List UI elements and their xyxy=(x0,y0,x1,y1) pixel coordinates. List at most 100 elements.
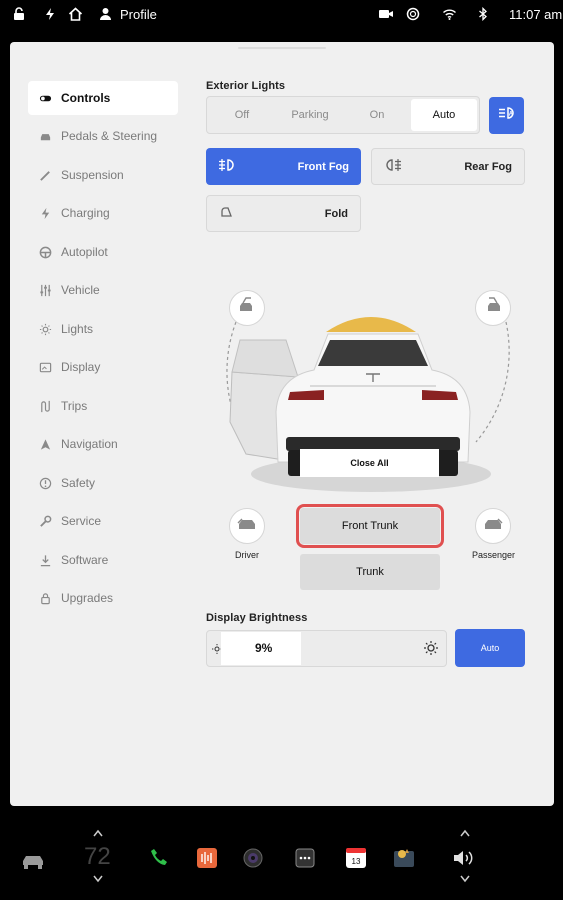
sidebar-item-upgrades[interactable]: Upgrades xyxy=(28,581,178,615)
status-bar: Profile 11:07 am xyxy=(0,0,563,30)
sidebar-item-controls[interactable]: Controls xyxy=(28,81,178,115)
sidebar-item-label: Controls xyxy=(61,91,111,105)
panel-grip[interactable] xyxy=(238,47,326,49)
svg-text:A: A xyxy=(508,112,513,118)
sidebar-item-service[interactable]: Service xyxy=(28,504,178,538)
bolt-icon[interactable] xyxy=(43,7,59,23)
falcon-door-icon xyxy=(483,296,503,320)
camera-app-icon[interactable] xyxy=(243,848,263,868)
temperature[interactable]: 72 xyxy=(84,843,111,871)
temp-up-icon[interactable] xyxy=(90,829,106,837)
sidebar-item-lights[interactable]: Lights xyxy=(28,312,178,346)
lights-option-off[interactable]: Off xyxy=(209,99,275,131)
profile-label[interactable]: Profile xyxy=(120,7,157,22)
more-icon[interactable] xyxy=(295,848,315,868)
front-fog-label: Front Fog xyxy=(297,160,349,173)
volume-down-icon[interactable] xyxy=(457,875,473,883)
lock-icon[interactable] xyxy=(12,7,28,23)
driver-door-button[interactable] xyxy=(229,508,265,544)
sidebar-item-display[interactable]: Display xyxy=(28,350,178,384)
person-icon[interactable] xyxy=(99,7,115,23)
car-door-icon xyxy=(482,516,504,537)
sidebar-item-trips[interactable]: Trips xyxy=(28,389,178,423)
wifi-icon xyxy=(442,7,458,23)
sun-icon xyxy=(38,322,52,336)
sliders-icon xyxy=(38,283,52,297)
wrench-icon xyxy=(38,514,52,528)
controls-panel: Controls Pedals & Steering Suspension Ch… xyxy=(10,42,554,806)
driver-label: Driver xyxy=(235,550,259,560)
sidebar-item-label: Trips xyxy=(61,399,88,413)
sidebar-item-label: Safety xyxy=(61,476,96,490)
brightness-value: 9% xyxy=(255,641,273,655)
sidebar-item-vehicle[interactable]: Vehicle xyxy=(28,273,178,307)
wrench-line-icon xyxy=(38,168,52,182)
calendar-icon[interactable]: 13 xyxy=(346,848,366,868)
sidebar-item-suspension[interactable]: Suspension xyxy=(28,158,178,192)
toggle-icon xyxy=(38,91,52,105)
car-icon[interactable] xyxy=(20,851,46,871)
home-icon[interactable] xyxy=(68,7,84,23)
rear-right-door-button[interactable] xyxy=(475,290,511,326)
temp-down-icon[interactable] xyxy=(90,875,106,883)
volume-up-icon[interactable] xyxy=(457,829,473,837)
sidebar-item-label: Upgrades xyxy=(61,591,114,605)
car-icon xyxy=(38,129,52,143)
car-door-icon xyxy=(236,516,258,537)
trunk-button[interactable]: Trunk xyxy=(300,554,440,590)
lights-option-parking[interactable]: Parking xyxy=(277,99,343,131)
sidebar-item-autopilot[interactable]: Autopilot xyxy=(28,235,178,269)
sidebar-item-label: Navigation xyxy=(61,437,118,451)
rear-left-door-button[interactable] xyxy=(229,290,265,326)
front-fog-button[interactable]: Front Fog xyxy=(206,148,361,185)
front-fog-icon xyxy=(218,158,236,175)
sun-large-icon xyxy=(423,640,439,661)
exterior-lights-selector: Off Parking On Auto xyxy=(206,96,480,134)
lights-option-on[interactable]: On xyxy=(344,99,410,131)
rear-fog-label: Rear Fog xyxy=(464,160,512,173)
dock: 72 13 xyxy=(0,815,563,900)
rear-fog-icon xyxy=(384,158,402,175)
circle-icon xyxy=(406,7,422,23)
clock: 11:07 am xyxy=(509,7,563,22)
sidebar-item-label: Autopilot xyxy=(61,245,108,259)
sidebar-item-label: Service xyxy=(61,514,102,528)
fold-mirrors-button[interactable]: Fold xyxy=(206,195,361,232)
sidebar-item-label: Charging xyxy=(61,206,110,220)
brightness-slider[interactable]: 9% xyxy=(206,630,447,667)
sidebar-item-navigation[interactable]: Navigation xyxy=(28,427,178,461)
display-icon xyxy=(38,360,52,374)
camera-icon xyxy=(378,7,394,23)
headlight-auto-icon: A xyxy=(498,106,516,125)
close-all-button[interactable]: Close All xyxy=(300,449,439,477)
fold-label: Fold xyxy=(324,207,348,220)
sidebar-item-pedals-steering[interactable]: Pedals & Steering xyxy=(28,119,178,153)
bolt-icon xyxy=(38,206,52,220)
audio-icon[interactable] xyxy=(197,848,217,868)
toybox-icon[interactable] xyxy=(393,846,415,868)
passenger-door-button[interactable] xyxy=(475,508,511,544)
calendar-day: 13 xyxy=(351,856,361,866)
phone-icon[interactable] xyxy=(150,848,168,866)
lights-option-auto[interactable]: Auto xyxy=(411,99,477,131)
rear-fog-button[interactable]: Rear Fog xyxy=(371,148,525,185)
display-brightness-title: Display Brightness xyxy=(206,612,308,624)
sidebar-item-software[interactable]: Software xyxy=(28,543,178,577)
falcon-door-icon xyxy=(237,296,257,320)
brightness-auto-button[interactable]: Auto xyxy=(455,629,525,667)
route-icon xyxy=(38,399,52,413)
exterior-lights-title: Exterior Lights xyxy=(206,80,286,92)
download-icon xyxy=(38,553,52,567)
sidebar-item-label: Display xyxy=(61,360,101,374)
sidebar-item-label: Suspension xyxy=(61,168,124,182)
sidebar-item-label: Pedals & Steering xyxy=(61,129,158,143)
auto-high-beam-button[interactable]: A xyxy=(489,97,524,134)
mirror-icon xyxy=(219,206,235,221)
sidebar-item-label: Lights xyxy=(61,322,94,336)
lock-icon xyxy=(38,591,52,605)
sidebar-item-safety[interactable]: Safety xyxy=(28,466,178,500)
volume-icon[interactable] xyxy=(452,849,474,867)
sidebar-item-charging[interactable]: Charging xyxy=(28,196,178,230)
bluetooth-icon xyxy=(478,6,494,23)
alert-circle-icon xyxy=(38,476,52,490)
